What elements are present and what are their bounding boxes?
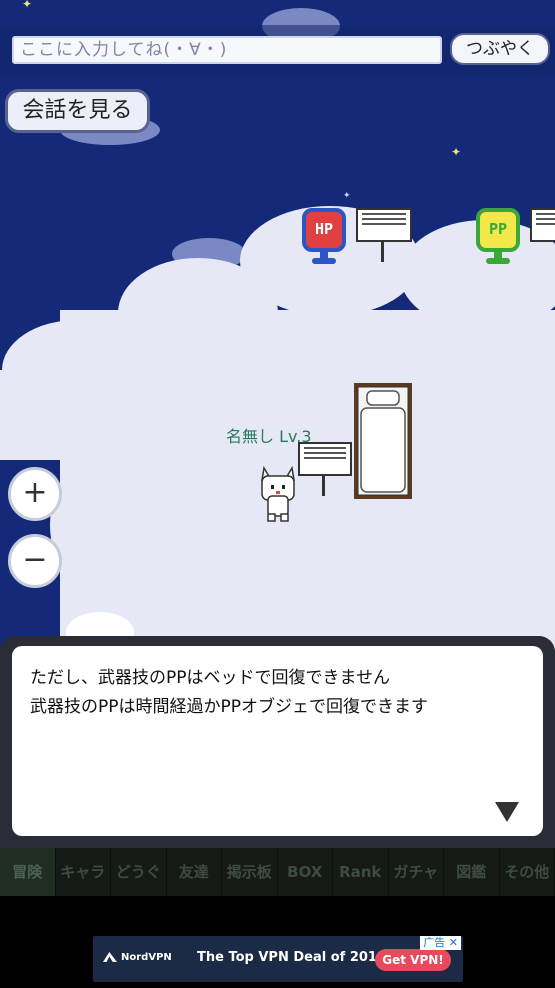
cloud-puff (2, 320, 152, 420)
menu-item-items[interactable]: どうぐ (111, 848, 167, 896)
zoom-in-button[interactable]: + (8, 467, 62, 521)
notice-board[interactable] (530, 208, 555, 242)
next-arrow-icon[interactable] (495, 802, 519, 822)
chat-input[interactable]: ここに入力してね(・∀・) (12, 36, 442, 64)
pp-icon-base (486, 258, 510, 264)
view-conversation-button[interactable]: 会話を見る (5, 89, 150, 133)
hp-icon-base (312, 258, 336, 264)
star-icon: ✦ (451, 145, 462, 159)
menu-item-box[interactable]: BOX (278, 848, 333, 896)
star-icon: ✦ (343, 191, 351, 201)
dialog-line: ただし、武器技のPPはベッドで回復できません (30, 668, 390, 688)
ad-brand: NordVPN (103, 952, 172, 963)
notice-board[interactable] (356, 208, 412, 242)
menu-item-adventure[interactable]: 冒険 (0, 848, 56, 896)
bed[interactable] (353, 382, 413, 500)
menu-item-rank[interactable]: Rank (333, 848, 389, 896)
menu-item-character[interactable]: キャラ (56, 848, 111, 896)
ad-banner[interactable]: NordVPN The Top VPN Deal of 2018 Get VPN… (93, 936, 463, 982)
dialog-box[interactable]: ただし、武器技のPPはベッドで回復できません 武器技のPPは時間経過かPPオブジ… (0, 636, 555, 848)
star-icon: ✦ (22, 0, 33, 11)
zoom-out-button[interactable]: − (8, 534, 62, 588)
ad-headline: The Top VPN Deal of 2018 (197, 950, 387, 965)
dialog-content: ただし、武器技のPPはベッドで回復できません 武器技のPPは時間経過かPPオブジ… (12, 646, 543, 836)
nordvpn-logo-icon (103, 952, 117, 962)
ad-close-label[interactable]: 广告 ✕ (420, 936, 461, 950)
notice-board-post (381, 240, 384, 262)
player-notice-board[interactable] (298, 442, 352, 476)
menu-item-friends[interactable]: 友達 (167, 848, 222, 896)
bottom-menu: 冒険 キャラ どうぐ 友達 掲示板 BOX Rank ガチャ 図鑑 その他 (0, 848, 555, 896)
hp-icon[interactable]: HP (302, 208, 346, 252)
menu-item-encyclopedia[interactable]: 図鑑 (444, 848, 500, 896)
tweet-button[interactable]: つぶやく (450, 33, 550, 65)
menu-item-board[interactable]: 掲示板 (222, 848, 278, 896)
dialog-line: 武器技のPPは時間経過かPPオブジェで回復できます (30, 697, 429, 717)
player-notice-board-post (322, 474, 325, 496)
pp-icon[interactable]: PP (476, 208, 520, 252)
menu-item-gacha[interactable]: ガチャ (389, 848, 444, 896)
ad-cta-button[interactable]: Get VPN! (375, 949, 451, 971)
cat-character[interactable] (258, 464, 298, 522)
menu-item-other[interactable]: その他 (500, 848, 555, 896)
